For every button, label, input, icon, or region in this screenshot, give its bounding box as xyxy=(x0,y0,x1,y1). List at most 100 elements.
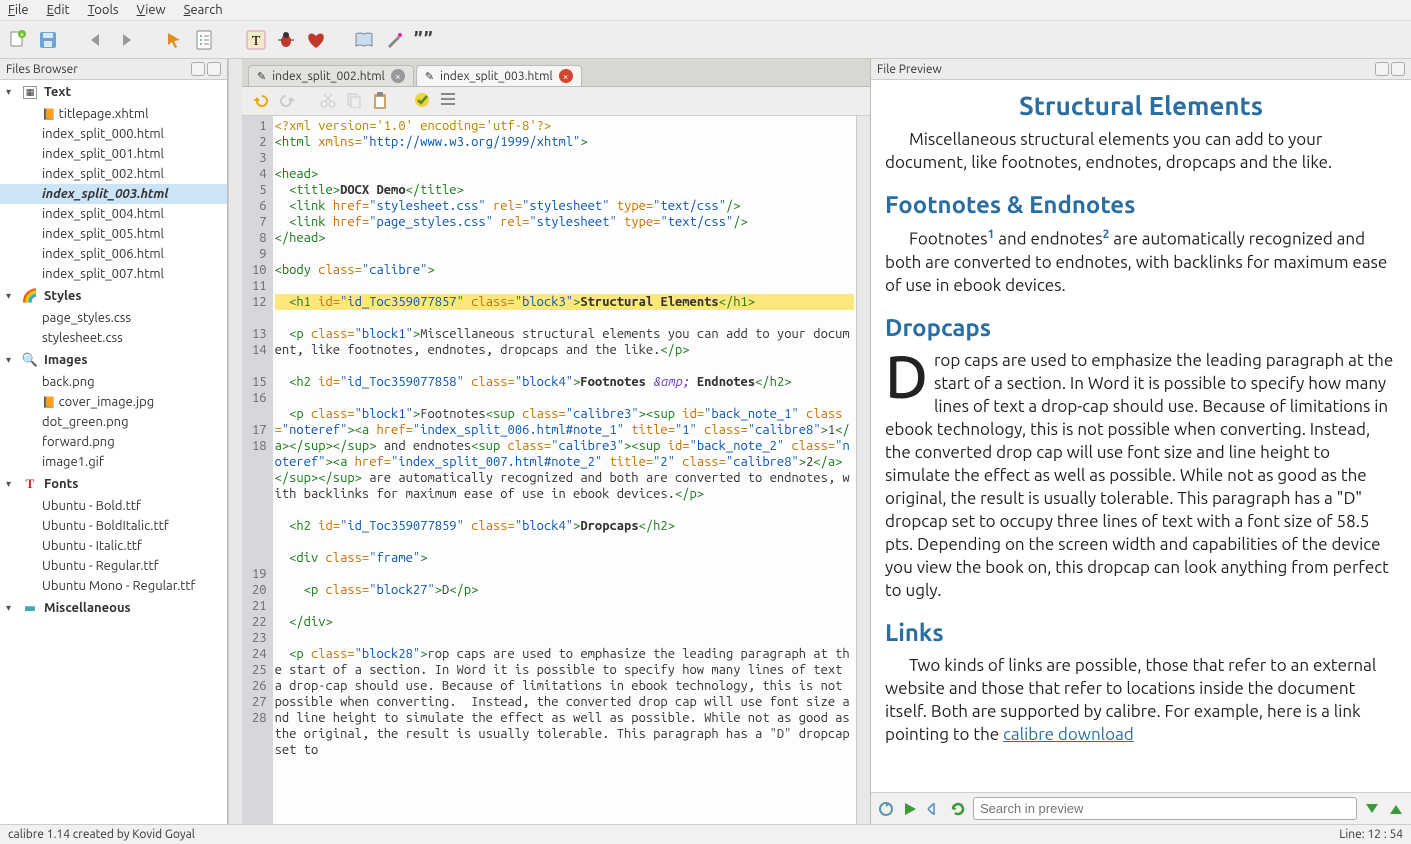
split-icon[interactable] xyxy=(925,800,943,818)
bug-icon[interactable] xyxy=(276,30,296,50)
panel-close-icon[interactable] xyxy=(207,62,221,76)
preview-h2-dropcaps: Dropcaps xyxy=(885,312,1397,344)
main-toolbar: + T ”” xyxy=(0,21,1411,59)
file-item[interactable]: Ubuntu - BoldItalic.ttf xyxy=(0,516,227,536)
copy-icon[interactable] xyxy=(346,92,364,110)
heart-icon[interactable] xyxy=(306,30,326,50)
editor-panel: ✎index_split_002.html×✎index_split_003.h… xyxy=(242,59,871,824)
search-prev-icon[interactable] xyxy=(1387,800,1405,818)
status-cursor-position: Line: 12 : 54 xyxy=(1339,828,1403,841)
tab-close-icon[interactable]: × xyxy=(559,69,573,83)
file-item[interactable]: 📙 cover_image.jpg xyxy=(0,392,227,412)
file-item[interactable]: page_styles.css xyxy=(0,308,227,328)
category-miscellaneous[interactable]: ▾▬Miscellaneous xyxy=(0,596,227,620)
reload-icon[interactable] xyxy=(949,800,967,818)
lines-icon[interactable] xyxy=(440,92,458,110)
preview-search-input[interactable] xyxy=(973,797,1357,820)
status-bar: calibre 1.14 created by Kovid Goyal Line… xyxy=(0,824,1411,844)
files-browser-panel: Files Browser ▾▦Text📙 titlepage.xhtmlind… xyxy=(0,59,228,824)
preview-panel: File Preview Structural Elements Miscell… xyxy=(871,59,1411,824)
file-item[interactable]: forward.png xyxy=(0,432,227,452)
save-icon[interactable] xyxy=(38,30,58,50)
line-gutter: 123456789101112.1314.1516.1718.......192… xyxy=(242,116,273,824)
file-item[interactable]: dot_green.png xyxy=(0,412,227,432)
preview-content[interactable]: Structural Elements Miscellaneous struct… xyxy=(871,80,1411,792)
menu-view[interactable]: View xyxy=(137,3,166,17)
preview-p3: Drop caps are used to emphasize the lead… xyxy=(885,350,1397,602)
menu-tools[interactable]: Tools xyxy=(88,3,119,17)
svg-text:”: ” xyxy=(414,31,423,49)
preview-p1: Miscellaneous structural elements you ca… xyxy=(885,129,1397,175)
status-left: calibre 1.14 created by Kovid Goyal xyxy=(8,828,195,841)
cursor-icon[interactable] xyxy=(164,30,184,50)
file-item[interactable]: index_split_001.html xyxy=(0,144,227,164)
editor-tab[interactable]: ✎index_split_002.html× xyxy=(248,65,414,86)
preview-close-icon[interactable] xyxy=(1391,62,1405,76)
panel-undock-icon[interactable] xyxy=(191,62,205,76)
preview-toolbar xyxy=(871,792,1411,824)
editor-tabs: ✎index_split_002.html×✎index_split_003.h… xyxy=(242,59,870,87)
preview-label: File Preview xyxy=(877,63,942,76)
menu-search[interactable]: Search xyxy=(184,3,223,17)
svg-text:T: T xyxy=(252,34,261,49)
file-item[interactable]: Ubuntu - Bold.ttf xyxy=(0,496,227,516)
preview-h1: Structural Elements xyxy=(885,88,1397,123)
book-icon[interactable] xyxy=(354,30,374,50)
quote-icon[interactable]: ”” xyxy=(414,30,434,50)
search-next-icon[interactable] xyxy=(1363,800,1381,818)
text-tool-icon[interactable]: T xyxy=(246,30,266,50)
file-item[interactable]: index_split_007.html xyxy=(0,264,227,284)
preview-title: File Preview xyxy=(871,59,1411,80)
category-fonts[interactable]: ▾TFonts xyxy=(0,472,227,496)
redo-icon[interactable] xyxy=(278,92,296,110)
editor-scrollbar[interactable] xyxy=(856,116,870,824)
toc-icon[interactable] xyxy=(194,30,214,50)
wizard-icon[interactable] xyxy=(384,30,404,50)
file-item[interactable]: stylesheet.css xyxy=(0,328,227,348)
file-item[interactable]: Ubuntu - Italic.ttf xyxy=(0,536,227,556)
sync-icon[interactable] xyxy=(877,800,895,818)
preview-p4: Two kinds of links are possible, those t… xyxy=(885,655,1397,747)
file-item[interactable]: Ubuntu Mono - Regular.ttf xyxy=(0,576,227,596)
cut-icon[interactable] xyxy=(320,92,338,110)
undo-icon[interactable] xyxy=(252,92,270,110)
file-item[interactable]: index_split_006.html xyxy=(0,244,227,264)
back-icon[interactable] xyxy=(86,30,106,50)
file-item[interactable]: index_split_004.html xyxy=(0,204,227,224)
play-icon[interactable] xyxy=(901,800,919,818)
files-browser-label: Files Browser xyxy=(6,63,78,76)
file-tree[interactable]: ▾▦Text📙 titlepage.xhtmlindex_split_000.h… xyxy=(0,80,227,824)
editor-toolbar xyxy=(242,87,870,116)
file-item[interactable]: index_split_003.html xyxy=(0,184,227,204)
left-scrollbar[interactable] xyxy=(228,59,242,824)
file-item[interactable]: Ubuntu - Regular.ttf xyxy=(0,556,227,576)
file-item[interactable]: back.png xyxy=(0,372,227,392)
preview-h2-footnotes: Footnotes & Endnotes xyxy=(885,189,1397,221)
file-item[interactable]: index_split_000.html xyxy=(0,124,227,144)
category-images[interactable]: ▾🔍Images xyxy=(0,348,227,372)
category-styles[interactable]: ▾🌈Styles xyxy=(0,284,227,308)
svg-text:”: ” xyxy=(424,31,433,49)
files-browser-title: Files Browser xyxy=(0,59,227,80)
menu-edit[interactable]: Edit xyxy=(47,3,70,17)
file-item[interactable]: index_split_005.html xyxy=(0,224,227,244)
editor-tab[interactable]: ✎index_split_003.html× xyxy=(416,65,582,86)
file-item[interactable]: 📙 titlepage.xhtml xyxy=(0,104,227,124)
new-file-icon[interactable]: + xyxy=(8,30,28,50)
code-text[interactable]: <?xml version='1.0' encoding='utf-8'?><h… xyxy=(273,116,856,824)
category-text[interactable]: ▾▦Text xyxy=(0,80,227,104)
menubar: File Edit Tools View Search xyxy=(0,0,1411,21)
tab-close-icon[interactable]: × xyxy=(391,69,405,83)
svg-text:+: + xyxy=(20,30,25,39)
menu-file[interactable]: File xyxy=(8,3,29,17)
calibre-download-link[interactable]: calibre download xyxy=(1003,725,1134,744)
code-area[interactable]: 123456789101112.1314.1516.1718.......192… xyxy=(242,116,870,824)
paste-icon[interactable] xyxy=(372,92,390,110)
checkmark-icon[interactable] xyxy=(414,92,432,110)
file-item[interactable]: index_split_002.html xyxy=(0,164,227,184)
preview-p2: Footnotes1 and endnotes2 are automatical… xyxy=(885,227,1397,297)
preview-undock-icon[interactable] xyxy=(1375,62,1389,76)
forward-icon[interactable] xyxy=(116,30,136,50)
file-item[interactable]: image1.gif xyxy=(0,452,227,472)
preview-h2-links: Links xyxy=(885,617,1397,649)
